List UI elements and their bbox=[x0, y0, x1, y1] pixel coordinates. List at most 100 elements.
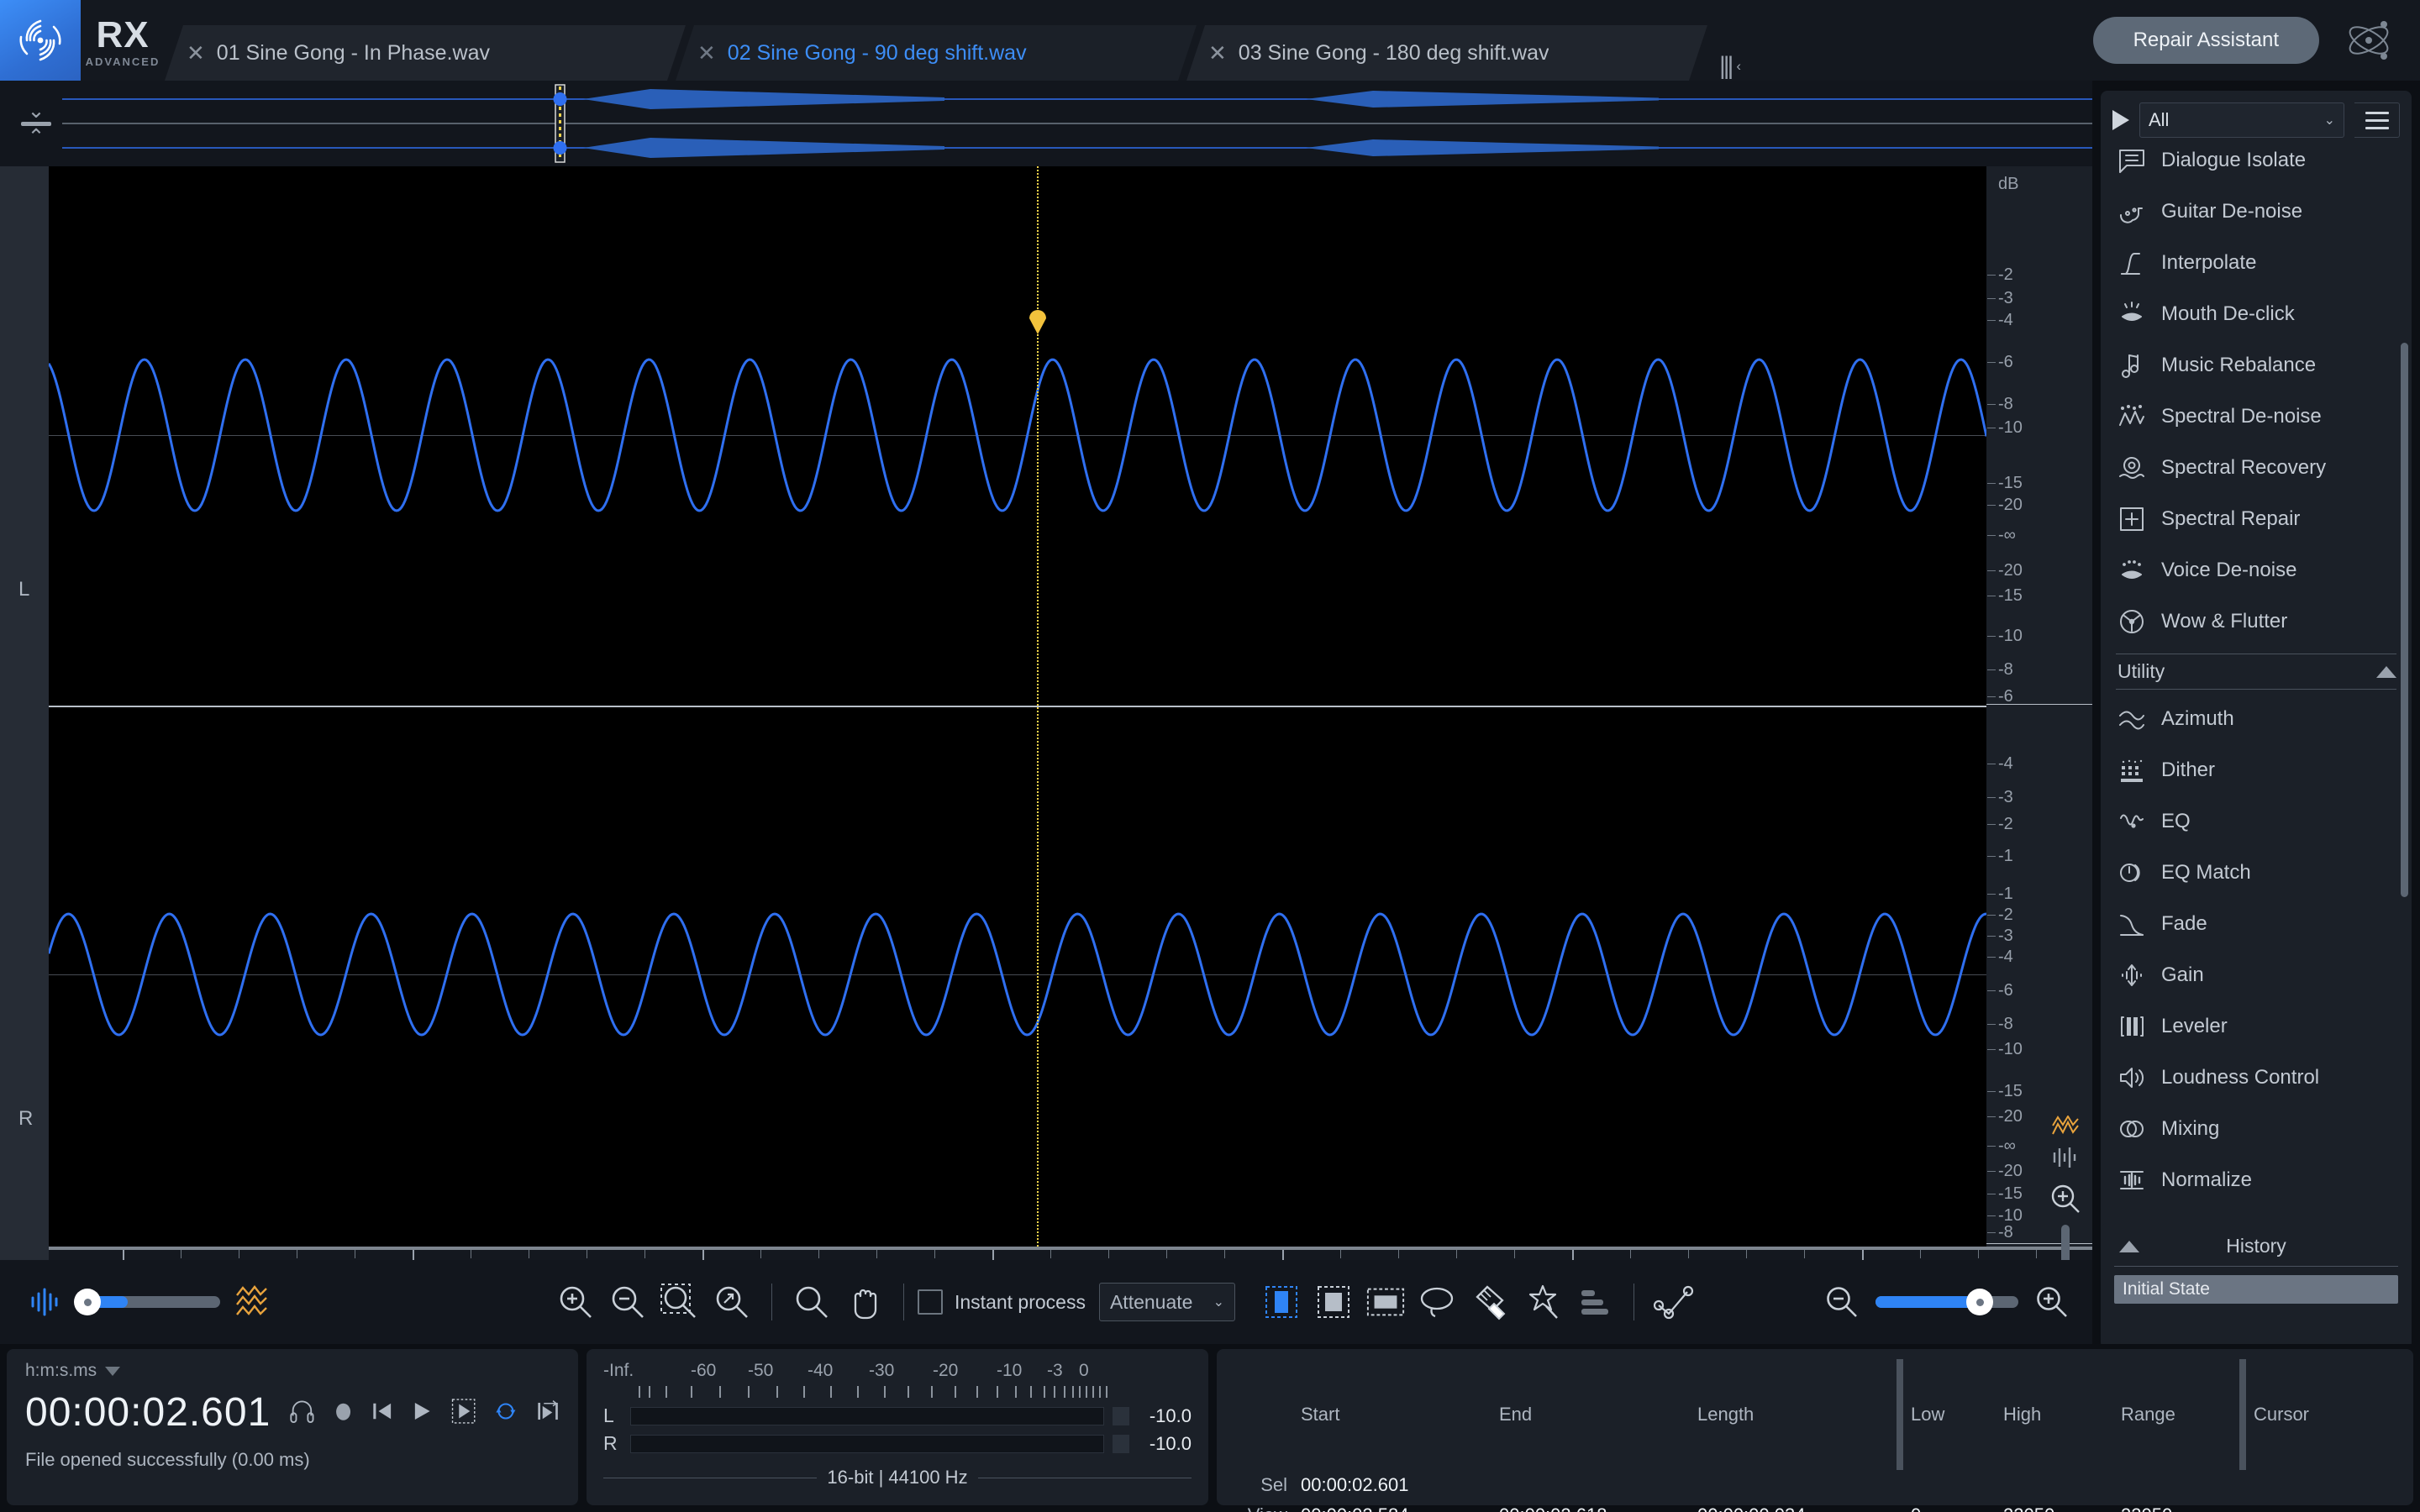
assistant-glyph-icon[interactable] bbox=[2341, 13, 2396, 68]
module-item-spectral-de-noise[interactable]: Spectral De-noise bbox=[2104, 391, 2412, 442]
waveform-small-icon[interactable] bbox=[2051, 1146, 2080, 1169]
db-tick-mark bbox=[1987, 990, 1996, 991]
sel-range[interactable] bbox=[2118, 1481, 2235, 1489]
module-item-gain[interactable]: Gain bbox=[2104, 949, 2412, 1000]
module-item-dither[interactable]: Dither bbox=[2104, 744, 2412, 795]
close-icon[interactable]: ✕ bbox=[1208, 42, 1227, 64]
module-item-normalize[interactable]: Normalize bbox=[2104, 1154, 2412, 1191]
zoom-in-icon[interactable] bbox=[2033, 1284, 2070, 1320]
slider-knob[interactable] bbox=[1966, 1289, 1993, 1315]
play-icon[interactable] bbox=[412, 1397, 433, 1425]
zoom-out-icon[interactable] bbox=[602, 1276, 654, 1328]
tab-overflow-icon[interactable]: ||| ‹ bbox=[1719, 52, 1741, 81]
module-item-azimuth[interactable]: Azimuth bbox=[2104, 693, 2412, 744]
view-end[interactable]: 00:00:02.618 bbox=[1496, 1500, 1694, 1512]
zoom-out-icon[interactable] bbox=[1823, 1284, 1860, 1320]
module-item-label: Wow & Flutter bbox=[2161, 609, 2288, 633]
close-icon[interactable]: ✕ bbox=[697, 42, 716, 64]
sel-high[interactable] bbox=[2000, 1481, 2118, 1489]
playhead-marker-icon[interactable] bbox=[1027, 307, 1049, 334]
overview-waveform-strip[interactable]: ⌄ ⌃ bbox=[0, 81, 2104, 166]
overview-canvas[interactable] bbox=[62, 81, 2104, 166]
zoom-in-icon[interactable] bbox=[550, 1276, 602, 1328]
module-item-music-rebalance[interactable]: Music Rebalance bbox=[2104, 339, 2412, 391]
view-length[interactable]: 00:00:00.034 bbox=[1694, 1500, 1892, 1512]
play-to-end-icon[interactable] bbox=[536, 1396, 560, 1426]
view-range[interactable]: 22050 bbox=[2118, 1500, 2235, 1512]
record-icon[interactable] bbox=[334, 1397, 353, 1425]
waveform-editor[interactable]: L R dB -2 -3 -4 -6 -8 -10 -15 -20 -∞ -20 -15 -10 -8-… bbox=[0, 166, 2095, 1391]
waveform-plot[interactable] bbox=[49, 166, 1986, 1250]
waveform-amplitude-icon[interactable] bbox=[29, 1287, 64, 1317]
magnifier-tool-icon[interactable] bbox=[786, 1276, 838, 1328]
module-list[interactable]: Dialogue Isolate Guitar De-noise Interpola… bbox=[2101, 134, 2412, 1191]
instant-process-checkbox[interactable] bbox=[918, 1289, 943, 1315]
spectrogram-small-icon[interactable] bbox=[2051, 1116, 2080, 1141]
frequency-selection-icon[interactable] bbox=[1313, 1284, 1354, 1320]
zoom-to-selection-icon[interactable] bbox=[654, 1276, 706, 1328]
sel-low[interactable] bbox=[1907, 1481, 2000, 1489]
module-item-leveler[interactable]: Leveler bbox=[2104, 1000, 2412, 1052]
module-item-mixing[interactable]: Mixing bbox=[2104, 1103, 2412, 1154]
document-tab-2[interactable]: ✕ 02 Sine Gong - 90 deg shift.wav bbox=[676, 25, 1197, 81]
sel-end[interactable] bbox=[1496, 1481, 1694, 1489]
module-item-wow-flutter[interactable]: Wow & Flutter bbox=[2104, 596, 2412, 647]
close-icon[interactable]: ✕ bbox=[187, 42, 205, 64]
module-item-eq-match[interactable]: EQ Match bbox=[2104, 847, 2412, 898]
module-group-header-utility[interactable]: Utility bbox=[2116, 654, 2396, 690]
module-list-scrollbar[interactable] bbox=[2401, 343, 2408, 897]
module-item-mouth-de-click[interactable]: Mouth De-click bbox=[2104, 288, 2412, 339]
loop-icon[interactable] bbox=[494, 1396, 518, 1426]
play-selection-icon[interactable] bbox=[451, 1394, 476, 1428]
time-selection-icon[interactable] bbox=[1261, 1284, 1302, 1320]
collapse-overview-icon[interactable]: ⌄ ⌃ bbox=[10, 100, 62, 147]
sel-start[interactable]: 00:00:02.601 bbox=[1297, 1470, 1496, 1500]
module-item-dialogue-isolate[interactable]: Dialogue Isolate bbox=[2104, 134, 2412, 186]
time-frequency-selection-icon[interactable] bbox=[1365, 1284, 1406, 1320]
slider-knob[interactable] bbox=[74, 1289, 101, 1315]
module-item-eq[interactable]: EQ bbox=[2104, 795, 2412, 847]
module-item-fade[interactable]: Fade bbox=[2104, 898, 2412, 949]
module-filter-dropdown[interactable]: All ⌄ bbox=[2139, 102, 2344, 138]
meter-tick bbox=[803, 1386, 805, 1398]
play-icon[interactable] bbox=[2112, 110, 2129, 130]
horizontal-zoom-slider[interactable] bbox=[1876, 1289, 2018, 1315]
hand-tool-icon[interactable] bbox=[838, 1276, 890, 1328]
instant-process-label: Instant process bbox=[955, 1290, 1086, 1313]
view-start[interactable]: 00:00:02.584 bbox=[1297, 1500, 1496, 1512]
history-header[interactable]: History bbox=[2114, 1235, 2398, 1267]
lasso-selection-icon[interactable] bbox=[1418, 1284, 1458, 1320]
meter-bar bbox=[630, 1406, 1104, 1425]
module-item-spectral-recovery[interactable]: Spectral Recovery bbox=[2104, 442, 2412, 493]
triangle-up-icon[interactable] bbox=[2376, 665, 2396, 678]
module-item-voice-de-noise[interactable]: Voice De-noise bbox=[2104, 544, 2412, 596]
magic-wand-icon[interactable] bbox=[1522, 1284, 1562, 1320]
amplitude-zoom-slider[interactable] bbox=[74, 1289, 220, 1315]
module-item-loudness-control[interactable]: Loudness Control bbox=[2104, 1052, 2412, 1103]
view-high[interactable]: 22050 bbox=[2000, 1500, 2118, 1512]
zoom-in-icon[interactable] bbox=[2048, 1181, 2083, 1216]
sel-length[interactable] bbox=[1694, 1481, 1892, 1489]
headphones-icon[interactable] bbox=[289, 1395, 315, 1427]
module-item-guitar-de-noise[interactable]: Guitar De-noise bbox=[2104, 186, 2412, 237]
hamburger-menu-icon[interactable] bbox=[2354, 102, 2400, 138]
module-item-spectral-repair[interactable]: Spectral Repair bbox=[2104, 493, 2412, 544]
zoom-to-fit-icon[interactable] bbox=[706, 1276, 758, 1328]
spectrogram-toggle-icon[interactable] bbox=[234, 1284, 272, 1320]
time-format-label: h:m:s.ms bbox=[25, 1361, 97, 1380]
harmonic-selection-icon[interactable] bbox=[1574, 1284, 1614, 1320]
repair-assistant-button[interactable]: Repair Assistant bbox=[2092, 17, 2319, 64]
view-low[interactable]: 0 bbox=[1907, 1500, 2000, 1512]
history-item[interactable]: Initial State bbox=[2114, 1275, 2398, 1304]
module-item-interpolate[interactable]: Interpolate bbox=[2104, 237, 2412, 288]
skip-back-icon[interactable] bbox=[371, 1397, 393, 1425]
document-tab-3[interactable]: ✕ 03 Sine Gong - 180 deg shift.wav bbox=[1186, 25, 1707, 81]
time-format-selector[interactable]: h:m:s.ms bbox=[25, 1361, 560, 1381]
instant-process-mode-dropdown[interactable]: Attenuate ⌄ bbox=[1098, 1283, 1235, 1321]
filter-value: All bbox=[2149, 109, 2170, 130]
envelope-tool-icon[interactable] bbox=[1653, 1284, 1694, 1320]
document-tab-1[interactable]: ✕ 01 Sine Gong - In Phase.wav bbox=[165, 25, 686, 81]
brush-selection-icon[interactable] bbox=[1470, 1284, 1510, 1320]
triangle-up-icon[interactable] bbox=[2119, 1240, 2139, 1252]
